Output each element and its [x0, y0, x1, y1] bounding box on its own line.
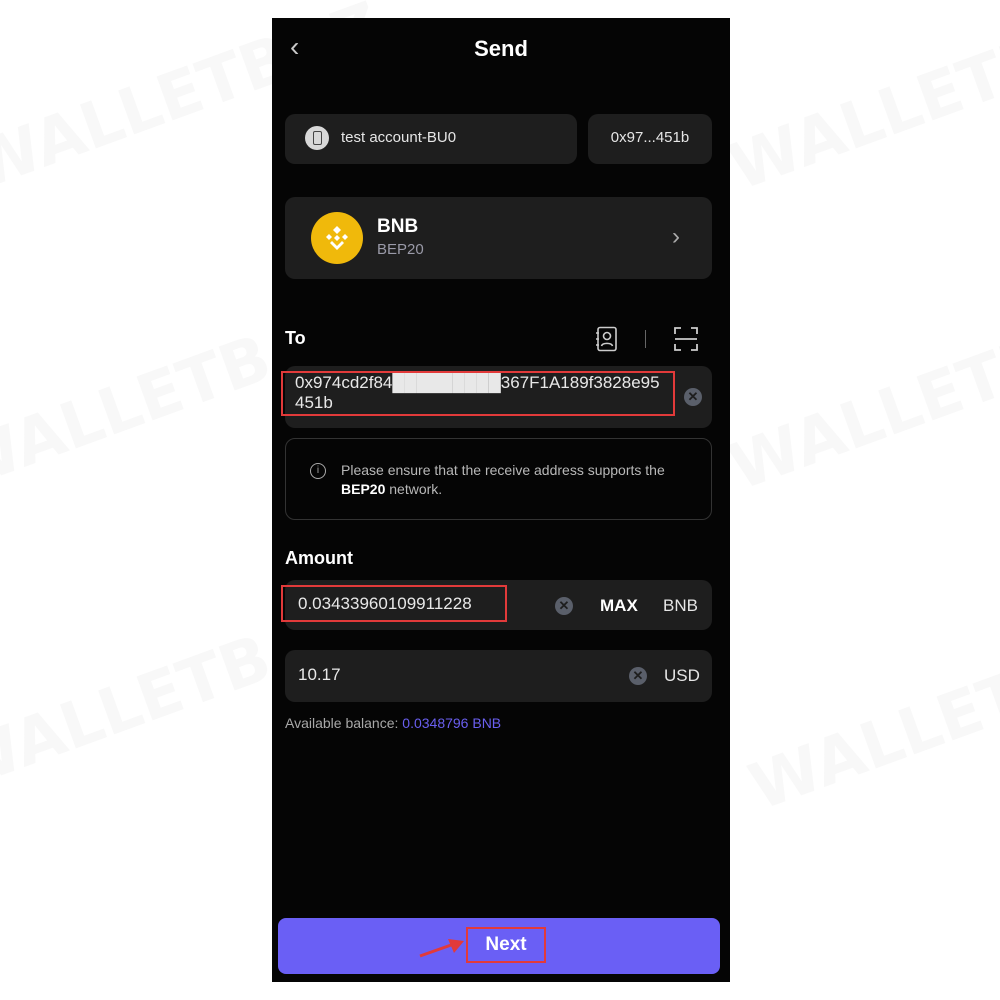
account-name: test account-BU0: [341, 129, 457, 146]
recipient-address-input[interactable]: 0x974cd2f84█████████367F1A189f3828e95451…: [281, 371, 675, 416]
clear-fiat-icon[interactable]: ✕: [629, 667, 647, 685]
clear-address-icon[interactable]: ✕: [684, 388, 702, 406]
watermark: WALLETBAZ: [740, 608, 1000, 826]
watermark: WALLETBAZ: [720, 288, 1000, 506]
available-balance: Available balance: 0.0348796 BNB: [285, 715, 502, 731]
info-icon: i: [310, 463, 326, 479]
max-button[interactable]: MAX: [600, 596, 638, 616]
token-network: BEP20: [377, 241, 424, 258]
chevron-right-icon: ›: [672, 223, 680, 250]
page-title: Send: [474, 36, 528, 61]
network-notice: i Please ensure that the receive address…: [285, 438, 712, 520]
account-selector[interactable]: test account-BU0: [285, 114, 577, 164]
account-address-text: 0x97...451b: [610, 129, 690, 146]
to-label: To: [285, 328, 306, 348]
account-address[interactable]: 0x97...451b: [588, 114, 712, 164]
clear-amount-icon[interactable]: ✕: [555, 597, 573, 615]
watermark: WALLETBAZ: [720, 0, 1000, 206]
crypto-amount-input[interactable]: 0.03433960109911228: [281, 585, 507, 622]
divider: [645, 330, 646, 348]
notice-text: Please ensure that the receive address s…: [341, 462, 665, 497]
send-screen: ‹ Send test account-BU0 0x97...451b BNB …: [272, 18, 730, 982]
next-button-label: Next: [466, 927, 546, 963]
bnb-logo-icon: [311, 212, 363, 264]
amount-label: Amount: [285, 548, 353, 568]
crypto-unit: BNB: [663, 596, 698, 615]
header: ‹ Send: [272, 18, 730, 80]
next-button[interactable]: Next: [278, 918, 720, 974]
fiat-unit: USD: [664, 666, 700, 685]
address-book-icon[interactable]: [595, 326, 619, 352]
pointer-arrow-icon: [419, 939, 464, 958]
balance-value: 0.0348796 BNB: [402, 715, 502, 731]
fiat-amount-field[interactable]: [285, 650, 712, 702]
token-symbol: BNB: [377, 216, 419, 237]
wallet-device-icon: [305, 126, 329, 150]
token-selector[interactable]: BNB BEP20 ›: [285, 197, 712, 279]
scan-qr-icon[interactable]: [673, 326, 699, 352]
fiat-amount-input[interactable]: 10.17: [298, 665, 341, 685]
